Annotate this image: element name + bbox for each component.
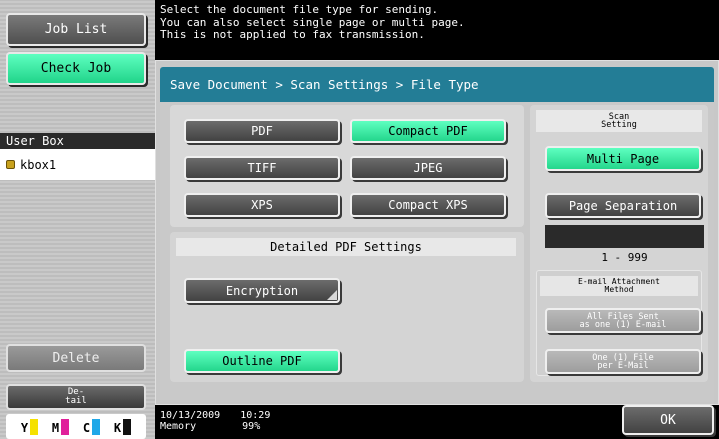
compact-pdf-button[interactable]: Compact PDF xyxy=(350,119,506,143)
toner-yellow: Y xyxy=(20,418,39,435)
all-files-one-email-button[interactable]: All Files Sent as one (1) E-mail xyxy=(545,308,701,333)
toner-cyan-bar xyxy=(92,418,101,435)
user-box-item-label: kbox1 xyxy=(20,157,57,172)
delete-button[interactable]: Delete xyxy=(6,344,146,372)
scan-setting-label-line2: Setting xyxy=(601,120,637,130)
one-file-line2: per E-Mail xyxy=(597,360,649,371)
page-separation-value-display xyxy=(545,225,704,248)
toner-black-letter: K xyxy=(113,420,122,435)
compact-xps-button[interactable]: Compact XPS xyxy=(350,193,506,217)
instruction-message: Select the document file type for sendin… xyxy=(160,3,710,56)
toner-yellow-letter: Y xyxy=(20,420,29,435)
ok-button[interactable]: OK xyxy=(622,405,714,435)
toner-black: K xyxy=(113,418,132,435)
email-attachment-method-label: E-mail Attachment Method xyxy=(540,276,698,296)
status-time: 10:29 xyxy=(240,410,271,421)
toner-yellow-bar xyxy=(30,418,39,435)
outline-pdf-button[interactable]: Outline PDF xyxy=(184,349,340,373)
toner-level-indicator: Y M C K xyxy=(6,414,146,439)
tiff-button[interactable]: TIFF xyxy=(184,156,340,180)
page-separation-button[interactable]: Page Separation xyxy=(545,193,701,218)
pdf-button[interactable]: PDF xyxy=(184,119,340,143)
page-range-text: 1 - 999 xyxy=(601,251,648,264)
toner-cyan-letter: C xyxy=(82,420,91,435)
memory-status: Memory 99% xyxy=(160,421,560,432)
datetime: 10/13/2009 10:29 xyxy=(160,410,560,421)
check-job-button[interactable]: Check Job xyxy=(6,52,146,85)
memory-label: Memory xyxy=(160,421,197,432)
email-label-line2: Method xyxy=(604,285,634,294)
user-box-item[interactable]: kbox1 xyxy=(0,149,155,180)
detailed-pdf-settings-title: Detailed PDF Settings xyxy=(176,238,516,256)
detail-button[interactable]: De- tail xyxy=(6,384,146,410)
status-date: 10/13/2009 xyxy=(160,410,221,421)
box-icon xyxy=(6,160,15,169)
detail-label-line2: tail xyxy=(65,396,87,406)
toner-magenta: M xyxy=(51,418,70,435)
xps-button[interactable]: XPS xyxy=(184,193,340,217)
encryption-button[interactable]: Encryption xyxy=(184,278,340,303)
status-bar: 10/13/2009 10:29 Memory 99% xyxy=(160,410,560,439)
breadcrumb: Save Document > Scan Settings > File Typ… xyxy=(160,67,714,102)
one-file-per-email-button[interactable]: One (1) File per E-Mail xyxy=(545,349,701,374)
multi-page-button[interactable]: Multi Page xyxy=(545,146,701,171)
memory-value: 99% xyxy=(242,421,261,432)
toner-magenta-bar xyxy=(61,418,70,435)
jpeg-button[interactable]: JPEG xyxy=(350,156,506,180)
toner-cyan: C xyxy=(82,418,101,435)
message-line1: Select the document file type for sendin… xyxy=(160,3,439,16)
toner-black-bar xyxy=(123,418,132,435)
job-list-button[interactable]: Job List xyxy=(6,13,146,46)
message-line3: This is not applied to fax transmission. xyxy=(160,28,425,41)
toner-magenta-letter: M xyxy=(51,420,60,435)
user-box-title: User Box xyxy=(0,133,155,149)
all-files-line2: as one (1) E-mail xyxy=(579,319,667,330)
scan-setting-label: Scan Setting xyxy=(536,110,702,132)
